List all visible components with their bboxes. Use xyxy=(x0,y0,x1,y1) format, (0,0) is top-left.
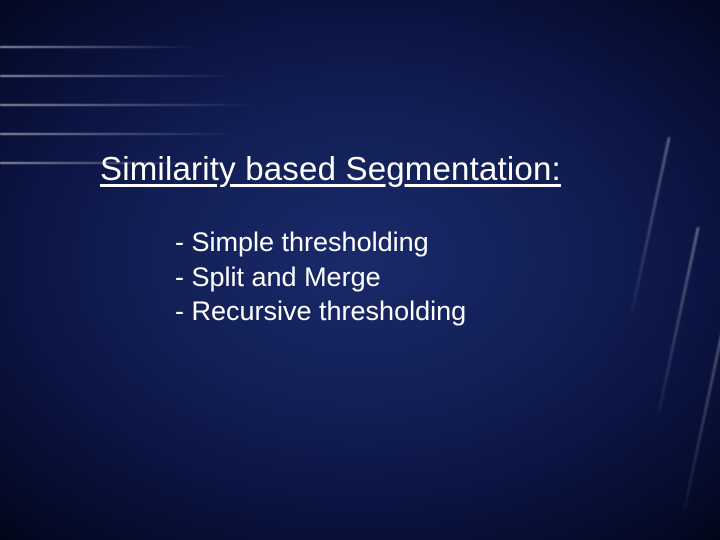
decorative-streak xyxy=(0,104,260,106)
slide-title: Similarity based Segmentation: xyxy=(100,150,640,188)
decorative-streak xyxy=(0,133,235,135)
decorative-streak xyxy=(0,75,235,77)
bullet-item: - Recursive thresholding xyxy=(175,294,595,329)
decorative-slash xyxy=(657,227,699,413)
decorative-slash xyxy=(683,322,720,508)
slide: Similarity based Segmentation: - Simple … xyxy=(0,0,720,540)
bullet-item: - Split and Merge xyxy=(175,260,595,295)
slide-body: - Simple thresholding - Split and Merge … xyxy=(175,225,595,329)
decorative-streak xyxy=(0,46,200,48)
bullet-item: - Simple thresholding xyxy=(175,225,595,260)
